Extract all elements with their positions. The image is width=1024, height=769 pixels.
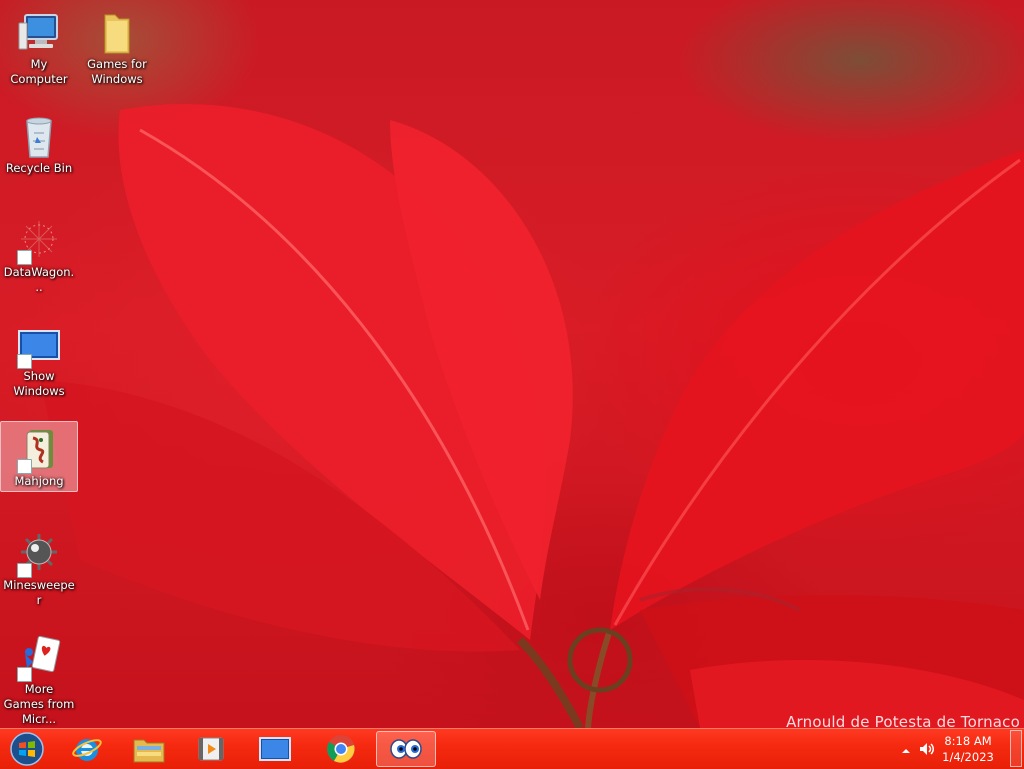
taskbar-internet-explorer[interactable]: [58, 731, 116, 767]
desktop-icon-datawagon[interactable]: DataWagon...: [0, 212, 78, 298]
taskbar-media-player[interactable]: [182, 731, 240, 767]
chevron-up-icon: [902, 749, 910, 753]
shortcut-arrow-icon: [17, 667, 32, 682]
taskbar-chrome[interactable]: [312, 731, 370, 767]
desktop-icon-my-computer[interactable]: My Computer: [0, 4, 78, 90]
wallpaper-photo-credit: Arnould de Potesta de Tornaco: [786, 713, 1020, 728]
start-button[interactable]: [2, 731, 52, 767]
desktop-icon-label: Minesweeper: [3, 578, 75, 607]
mahjong-tile-icon: [15, 426, 63, 474]
clock-time: 8:18 AM: [944, 734, 992, 748]
computer-icon: [15, 9, 63, 57]
internet-explorer-icon: [72, 739, 102, 761]
desktop-background[interactable]: My Computer Games for Windows Recycle Bi…: [0, 0, 1024, 728]
desktop-icon-more-games[interactable]: More Games from Micr...: [0, 629, 78, 728]
monitor-icon: [15, 321, 63, 369]
taskbar-show-desktop[interactable]: [246, 731, 304, 767]
media-player-icon: [198, 737, 224, 761]
recycle-bin-icon: [15, 113, 63, 161]
shortcut-arrow-icon: [17, 563, 32, 578]
desktop-icon-games-for-windows[interactable]: Games for Windows: [78, 4, 156, 90]
datawagon-icon: [15, 217, 63, 265]
desktop-icon-mahjong[interactable]: Mahjong: [0, 421, 78, 492]
stem: [585, 629, 613, 728]
show-hidden-icons-button[interactable]: [900, 742, 912, 754]
taskbar: 8:18 AM 1/4/2023: [0, 728, 1024, 769]
show-desktop-button[interactable]: [1010, 730, 1022, 767]
desktop-icon-label: More Games from Micr...: [3, 682, 75, 726]
speaker-icon: [920, 743, 934, 755]
wallpaper-art: [40, 103, 1024, 728]
eyes-app-icon: [390, 739, 422, 759]
taskbar-eyes-app[interactable]: [376, 731, 436, 767]
show-desktop-monitor-icon: [259, 737, 291, 761]
shortcut-arrow-icon: [17, 354, 32, 369]
desktop-icon-label: Recycle Bin: [5, 161, 73, 175]
desktop-icon-label: Show Windows: [13, 369, 65, 398]
taskbar-clock[interactable]: 8:18 AM 1/4/2023: [936, 733, 1000, 765]
clock-date: 1/4/2023: [942, 750, 994, 764]
chrome-icon: [327, 735, 355, 763]
file-explorer-icon: [133, 739, 165, 763]
mine-icon: [15, 530, 63, 578]
folder-icon: [93, 9, 141, 57]
desktop-icon-label: DataWagon...: [3, 265, 75, 294]
shortcut-arrow-icon: [17, 250, 32, 265]
volume-button[interactable]: [918, 740, 936, 758]
desktop-icon-label: Games for Windows: [87, 57, 147, 86]
desktop-icon-label: My Computer: [10, 57, 68, 86]
desktop-icon-show-windows[interactable]: Show Windows: [0, 316, 78, 402]
shortcut-arrow-icon: [17, 459, 32, 474]
cards-icon: [15, 634, 63, 682]
windows-start-orb-icon: [10, 732, 44, 766]
taskbar-file-explorer[interactable]: [120, 731, 178, 767]
desktop-icon-recycle-bin[interactable]: Recycle Bin: [0, 108, 78, 179]
leaf-shape: [610, 150, 1024, 630]
desktop-icon-label: Mahjong: [14, 474, 64, 488]
desktop-icon-minesweeper[interactable]: Minesweeper: [0, 525, 78, 611]
